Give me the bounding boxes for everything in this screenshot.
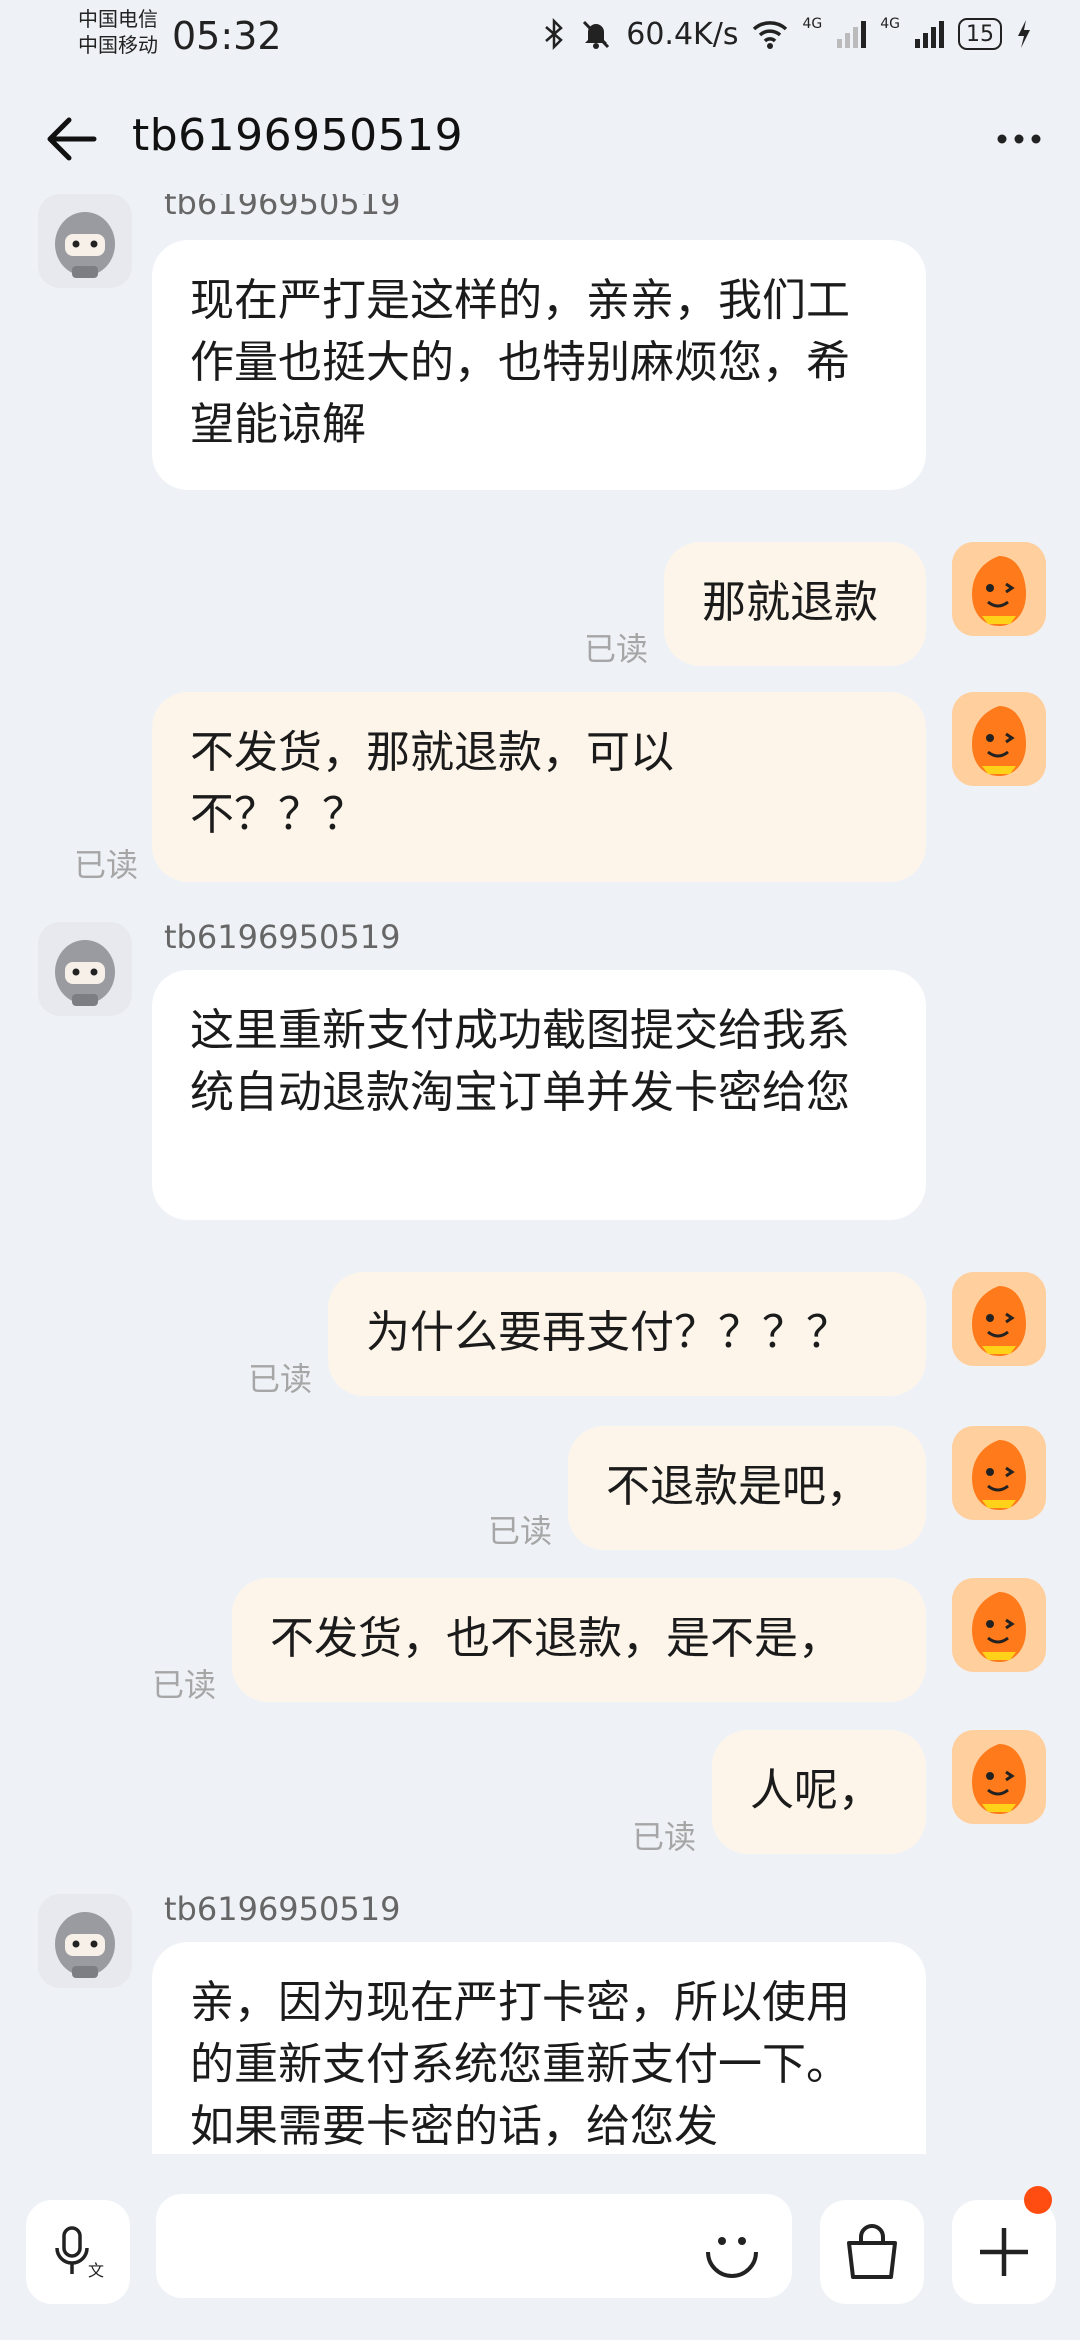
more-dots-icon [997, 134, 1041, 144]
sender-name: tb6196950519 [164, 918, 401, 956]
self-avatar[interactable] [952, 1426, 1046, 1520]
emoji-icon [706, 2237, 758, 2278]
contact-avatar[interactable] [38, 922, 132, 1016]
network-type-2: 4G [880, 16, 900, 32]
self-avatar[interactable] [952, 1272, 1046, 1366]
status-bar: 中国电信 中国移动 05:32 60.4K/s 4G 4G 15 [0, 0, 1080, 72]
message-bubble-incoming[interactable]: 现在严打是这样的，亲亲，我们工作量也挺大的，也特别麻烦您，希望能谅解 [152, 240, 926, 490]
voice-translate-icon: 文 [55, 2226, 104, 2280]
input-bar: 文 [0, 2168, 1080, 2340]
charging-icon [1018, 20, 1030, 48]
carrier-1: 中国电信 [78, 7, 158, 31]
signal-icon-2 [915, 21, 944, 48]
contact-avatar[interactable] [38, 1894, 132, 1988]
bluetooth-icon [545, 18, 564, 50]
mascot-avatar-icon [952, 1578, 1046, 1672]
read-status: 已读 [74, 846, 139, 884]
message-bubble-outgoing[interactable]: 人呢， [712, 1730, 926, 1854]
mute-bell-icon [583, 20, 610, 49]
signal-icon-1 [837, 21, 867, 48]
status-icons: 60.4K/s 4G 4G 15 [542, 14, 1032, 54]
battery-indicator: 15 [958, 18, 1002, 50]
message-list[interactable]: tb6196950519 现在严打是这样的，亲亲，我们工作量也挺大的，也特别麻烦… [0, 194, 1080, 2154]
self-avatar[interactable] [952, 1578, 1046, 1672]
page-title: tb6196950519 [132, 110, 464, 161]
mascot-avatar-icon [952, 1426, 1046, 1520]
ninja-avatar-icon [55, 212, 115, 278]
network-type-1: 4G [802, 16, 823, 32]
plus-icon [980, 2228, 1028, 2276]
more-actions-button[interactable] [952, 2200, 1056, 2304]
emoji-button[interactable] [680, 2200, 784, 2304]
read-status: 已读 [152, 1666, 217, 1704]
shopping-bag-icon [847, 2224, 897, 2279]
self-avatar[interactable] [952, 692, 1046, 786]
read-status: 已读 [248, 1360, 313, 1398]
read-status: 已读 [632, 1818, 697, 1856]
self-avatar[interactable] [952, 542, 1046, 636]
carrier-info: 中国电信 中国移动 [78, 6, 158, 58]
voice-input-button[interactable]: 文 [26, 2200, 130, 2304]
svg-text:文: 文 [88, 2261, 104, 2280]
ninja-avatar-icon [55, 940, 115, 1006]
more-options-button[interactable] [986, 106, 1052, 172]
sender-name: tb6196950519 [164, 1890, 401, 1928]
mascot-avatar-icon [952, 1272, 1046, 1366]
read-status: 已读 [584, 630, 649, 668]
mascot-avatar-icon [952, 1730, 1046, 1824]
mascot-avatar-icon [952, 542, 1046, 636]
carrier-2: 中国移动 [78, 33, 158, 57]
message-bubble-outgoing[interactable]: 不退款是吧， [568, 1426, 926, 1550]
message-bubble-outgoing[interactable]: 不发货，也不退款，是不是， [232, 1578, 926, 1702]
back-arrow-icon [47, 117, 97, 161]
wifi-icon [753, 21, 788, 49]
chat-header: tb6196950519 [0, 84, 1080, 194]
battery-level: 15 [966, 21, 994, 47]
ninja-avatar-icon [55, 1912, 115, 1978]
network-speed: 60.4K/s [626, 16, 739, 52]
message-bubble-outgoing[interactable]: 为什么要再支付？？？？ [328, 1272, 926, 1396]
status-time: 05:32 [172, 14, 282, 58]
message-bubble-incoming[interactable]: 亲，因为现在严打卡密，所以使用的重新支付系统您重新支付一下。如果需要卡密的话，给… [152, 1942, 926, 2154]
read-status: 已读 [488, 1512, 553, 1550]
sender-name: tb6196950519 [164, 194, 401, 222]
shop-button[interactable] [820, 2200, 924, 2304]
message-bubble-outgoing[interactable]: 不发货，那就退款，可以不？？？ [152, 692, 926, 882]
message-bubble-outgoing[interactable]: 那就退款 [664, 542, 926, 666]
notification-dot [1024, 2186, 1052, 2214]
self-avatar[interactable] [952, 1730, 1046, 1824]
back-button[interactable] [38, 106, 104, 172]
contact-avatar[interactable] [38, 194, 132, 288]
mascot-avatar-icon [952, 692, 1046, 786]
message-bubble-incoming[interactable]: 这里重新支付成功截图提交给我系统自动退款淘宝订单并发卡密给您 [152, 970, 926, 1220]
